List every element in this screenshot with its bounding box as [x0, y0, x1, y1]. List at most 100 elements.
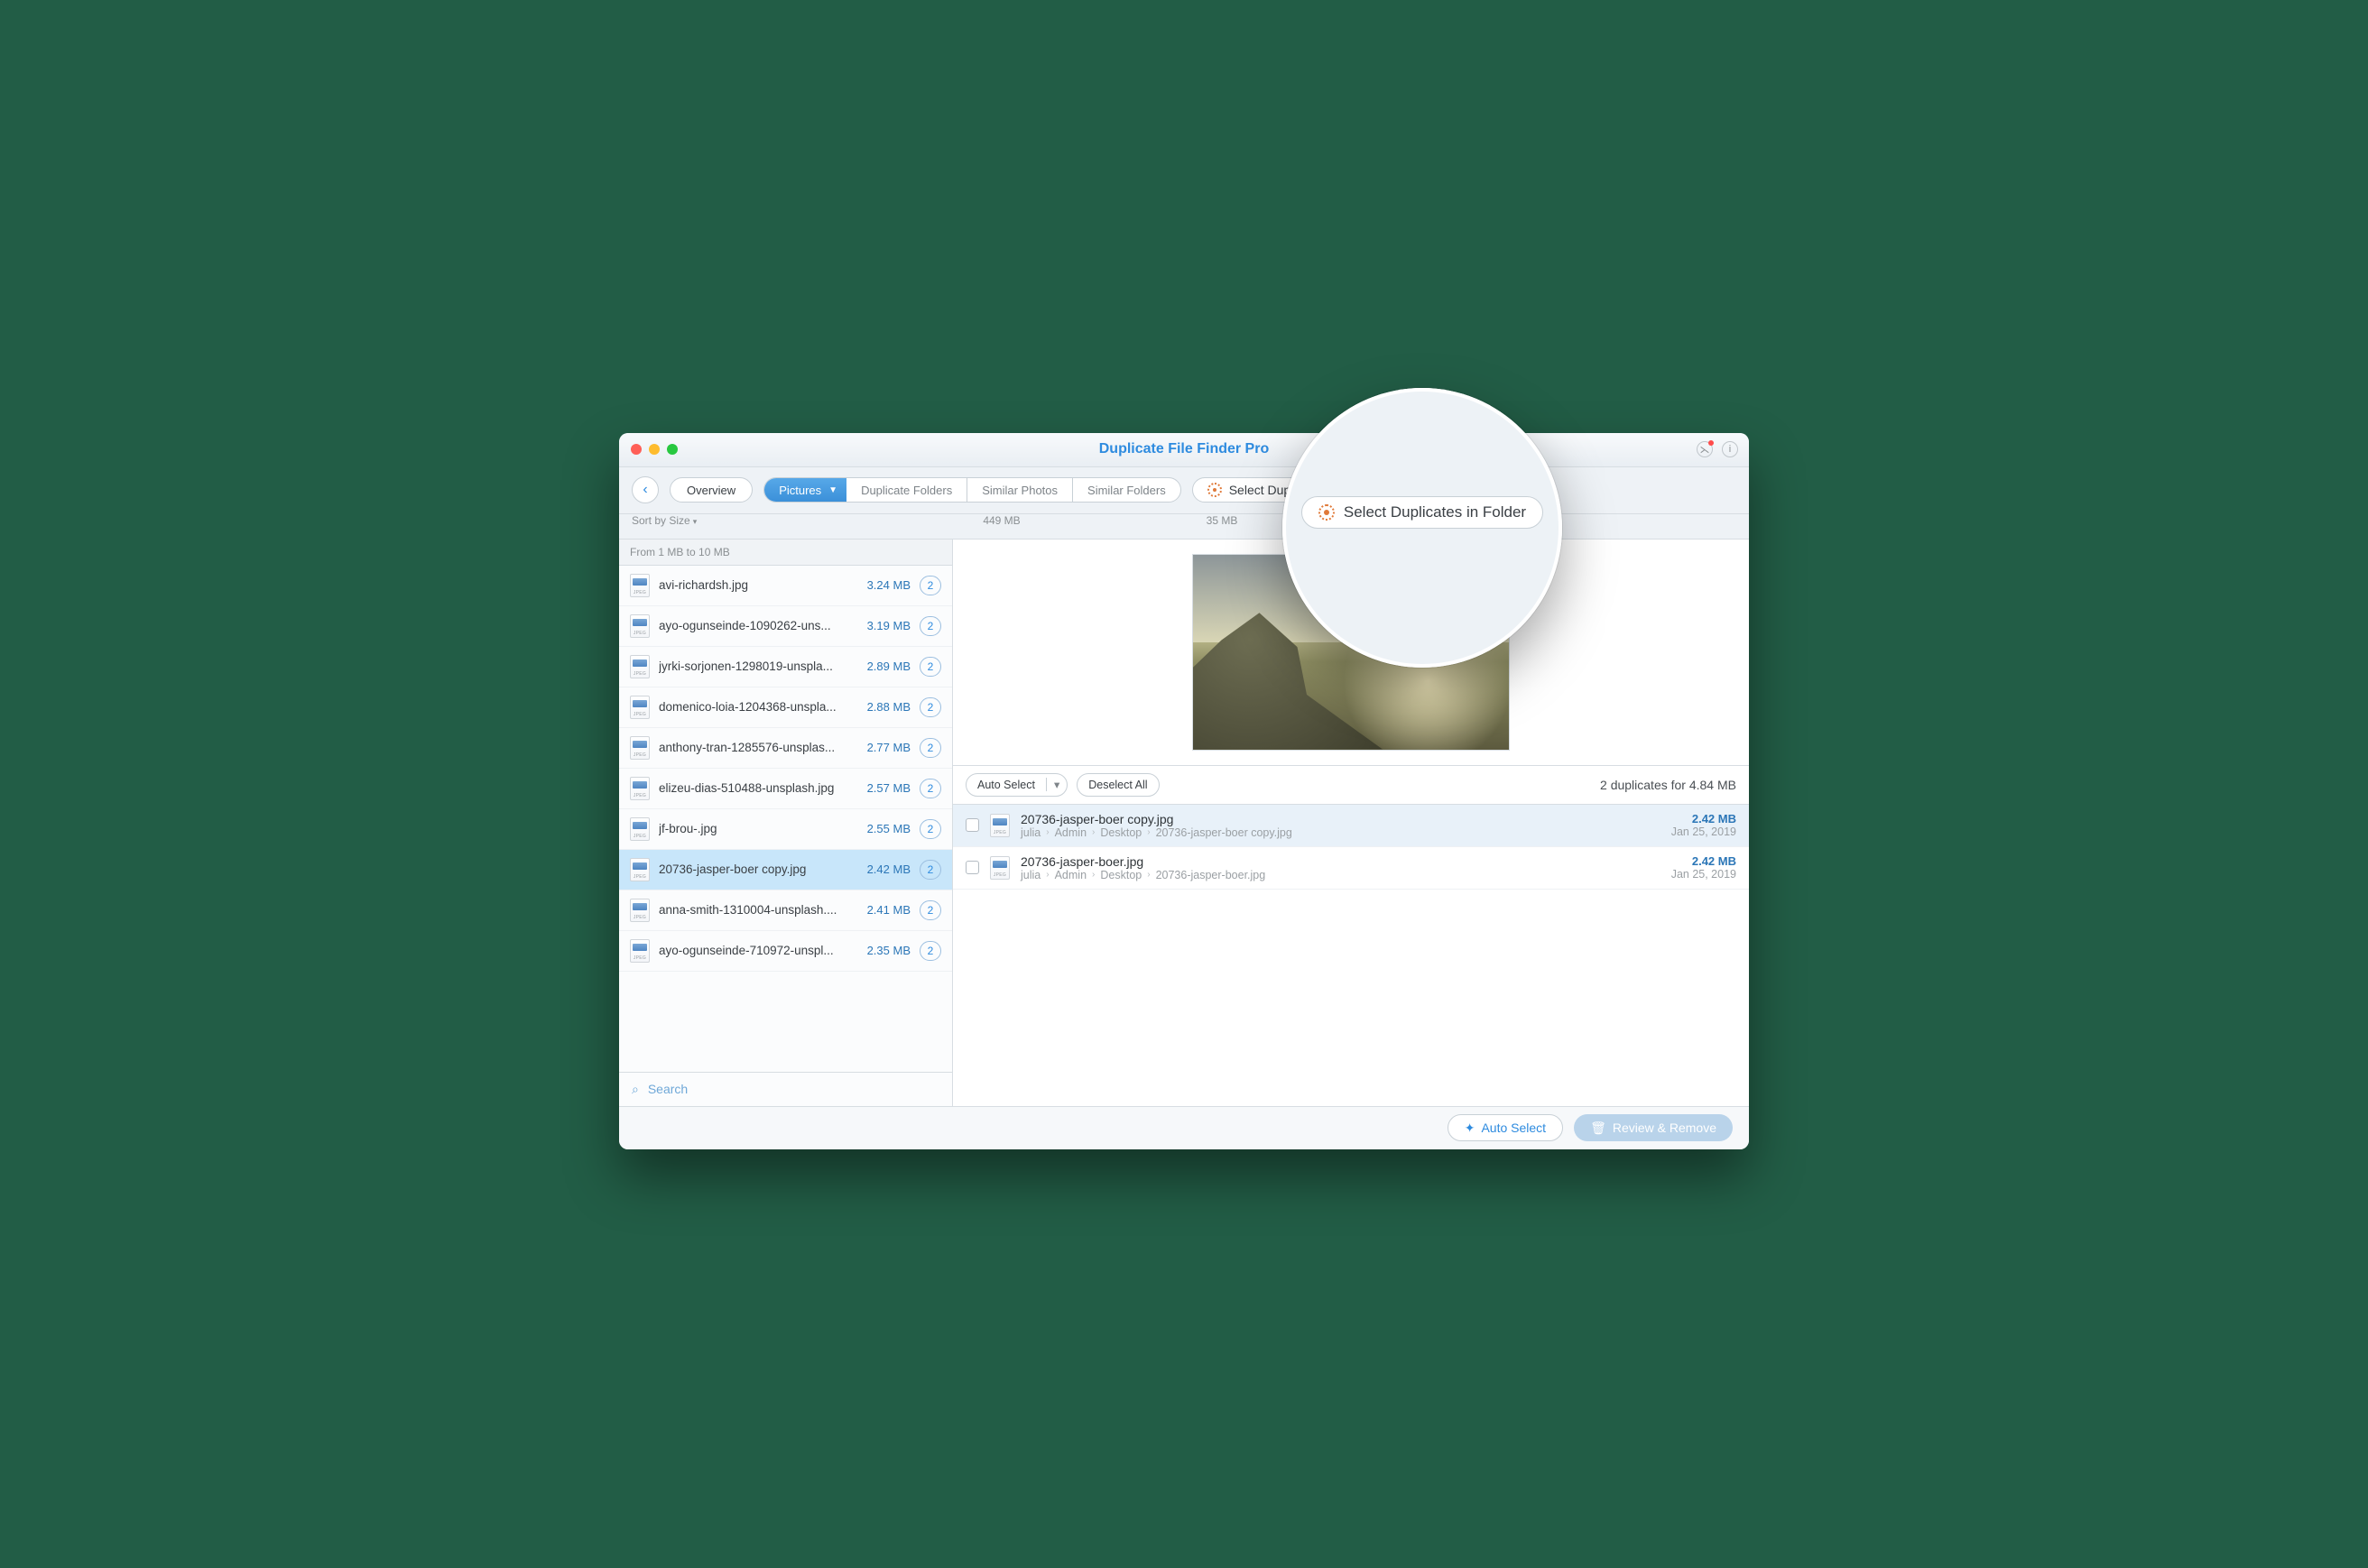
- file-row[interactable]: avi-richardsh.jpg 3.24 MB 2: [619, 566, 952, 606]
- duplicate-count-badge: 2: [920, 616, 941, 636]
- info-icon[interactable]: i: [1722, 441, 1738, 457]
- file-row[interactable]: jyrki-sorjonen-1298019-unspla... 2.89 MB 2: [619, 647, 952, 687]
- file-name: 20736-jasper-boer copy.jpg: [659, 862, 858, 876]
- footer-auto-select-label: Auto Select: [1481, 1121, 1546, 1135]
- duplicate-size: 2.42 MB: [1671, 854, 1736, 868]
- file-row[interactable]: jf-brou-.jpg 2.55 MB 2: [619, 809, 952, 850]
- duplicate-count-badge: 2: [920, 779, 941, 798]
- file-row[interactable]: ayo-ogunseinde-1090262-uns... 3.19 MB 2: [619, 606, 952, 647]
- duplicate-count-badge: 2: [920, 819, 941, 839]
- search-bar[interactable]: ⌕ Search: [619, 1072, 952, 1106]
- review-remove-button[interactable]: 🗑 Review & Remove: [1574, 1114, 1733, 1141]
- duplicate-count-badge: 2: [920, 941, 941, 961]
- file-icon: [990, 814, 1010, 837]
- duplicate-count-badge: 2: [920, 738, 941, 758]
- file-size: 2.42 MB: [867, 862, 911, 876]
- file-row[interactable]: elizeu-dias-510488-unsplash.jpg2.57 MB2: [619, 769, 952, 809]
- file-size: 2.55 MB: [867, 822, 911, 835]
- file-icon: [630, 817, 650, 841]
- file-icon: [630, 899, 650, 922]
- file-size: 2.57 MB: [867, 781, 911, 795]
- file-size: 2.35 MB: [867, 944, 911, 957]
- tab-size-pictures: 449 MB: [953, 514, 1050, 527]
- file-name: jyrki-sorjonen-1298019-unspla...: [659, 659, 858, 673]
- sidebar-range-label: From 1 MB to 10 MB: [619, 540, 952, 566]
- review-remove-label: Review & Remove: [1613, 1121, 1716, 1135]
- tab-duplicate-folders[interactable]: Duplicate Folders: [846, 478, 967, 502]
- magnifier-lens: Select Duplicates in Folder: [1282, 388, 1562, 668]
- chevron-down-icon[interactable]: ▾: [1046, 778, 1067, 791]
- search-placeholder: Search: [648, 1082, 688, 1096]
- file-name: avi-richardsh.jpg: [659, 578, 858, 592]
- target-icon: [1318, 504, 1335, 521]
- sizes-row: Sort by Size▾ 449 MB 35 MB 391 MB: [619, 514, 1749, 540]
- duplicates-summary: 2 duplicates for 4.84 MB: [1600, 778, 1736, 792]
- auto-select-dropdown[interactable]: Auto Select ▾: [966, 773, 1068, 797]
- file-row[interactable]: anna-smith-1310004-unsplash.... 2.41 MB 2: [619, 890, 952, 931]
- file-name: jf-brou-.jpg: [659, 822, 858, 835]
- target-icon: [1207, 483, 1222, 497]
- file-icon: [630, 574, 650, 597]
- file-icon: [630, 858, 650, 881]
- overview-button[interactable]: Overview: [670, 477, 753, 503]
- file-row[interactable]: domenico-loia-1204368-unspla...2.88 MB2: [619, 687, 952, 728]
- tab-similar-folders[interactable]: Similar Folders: [1073, 478, 1180, 502]
- tab-label: Pictures: [779, 484, 821, 497]
- file-icon: [630, 736, 650, 760]
- auto-select-label: Auto Select: [967, 779, 1046, 791]
- duplicate-count-badge: 2: [920, 860, 941, 880]
- file-icon: [630, 655, 650, 678]
- file-size: 3.24 MB: [867, 578, 911, 592]
- row-checkbox[interactable]: [966, 818, 979, 832]
- file-size: 2.77 MB: [867, 741, 911, 754]
- deselect-label: Deselect All: [1078, 779, 1158, 791]
- toolbar: ‹ Overview Pictures ▼ Duplicate Folders …: [619, 467, 1749, 514]
- tab-pictures[interactable]: Pictures ▼: [764, 478, 846, 502]
- trash-icon: 🗑: [1590, 1121, 1606, 1136]
- app-window: Duplicate File Finder Pro ⋋ i ‹ Overview…: [619, 433, 1749, 1149]
- duplicate-file-path: julia ›Admin ›Desktop ›20736-jasper-boer…: [1021, 826, 1660, 839]
- deselect-all-button[interactable]: Deselect All: [1077, 773, 1159, 797]
- footer-auto-select-button[interactable]: ✦ Auto Select: [1448, 1114, 1563, 1141]
- lens-label: Select Duplicates in Folder: [1344, 503, 1526, 521]
- category-tabs: Pictures ▼ Duplicate Folders Similar Pho…: [763, 477, 1181, 503]
- duplicate-count-badge: 2: [920, 576, 941, 595]
- footer: ✦ Auto Select 🗑 Review & Remove: [619, 1106, 1749, 1149]
- tab-similar-photos[interactable]: Similar Photos: [967, 478, 1073, 502]
- tab-size-similarphotos: 35 MB: [1170, 514, 1274, 527]
- file-size: 2.88 MB: [867, 700, 911, 714]
- file-row[interactable]: 20736-jasper-boer copy.jpg 2.42 MB 2: [619, 850, 952, 890]
- file-icon: [630, 939, 650, 963]
- sidebar: From 1 MB to 10 MB avi-richardsh.jpg 3.24…: [619, 540, 953, 1106]
- back-button[interactable]: ‹: [632, 476, 659, 503]
- window-title: Duplicate File Finder Pro: [619, 441, 1749, 457]
- duplicate-file-name: 20736-jasper-boer.jpg: [1021, 854, 1660, 869]
- file-name: ayo-ogunseinde-710972-unspl...: [659, 944, 858, 957]
- row-checkbox[interactable]: [966, 861, 979, 874]
- file-icon: [630, 777, 650, 800]
- file-row[interactable]: anthony-tran-1285576-unsplas... 2.77 MB 2: [619, 728, 952, 769]
- file-icon: [630, 696, 650, 719]
- duplicate-date: Jan 25, 2019: [1671, 826, 1736, 838]
- file-icon: [990, 856, 1010, 880]
- search-icon: ⌕: [632, 1082, 639, 1097]
- file-name: anna-smith-1310004-unsplash....: [659, 903, 858, 917]
- file-name: anthony-tran-1285576-unsplas...: [659, 741, 858, 754]
- duplicate-count-badge: 2: [920, 657, 941, 677]
- chevron-down-icon: ▼: [828, 485, 837, 495]
- file-icon: [630, 614, 650, 638]
- duplicate-row[interactable]: 20736-jasper-boer copy.jpgjulia ›Admin ›…: [953, 805, 1749, 847]
- duplicate-row[interactable]: 20736-jasper-boer.jpgjulia ›Admin ›Deskt…: [953, 847, 1749, 890]
- rss-icon[interactable]: ⋋: [1697, 441, 1713, 457]
- sort-by-label[interactable]: Sort by Size▾: [619, 514, 953, 527]
- duplicate-count-badge: 2: [920, 697, 941, 717]
- file-name: ayo-ogunseinde-1090262-uns...: [659, 619, 858, 632]
- file-row[interactable]: ayo-ogunseinde-710972-unspl... 2.35 MB 2: [619, 931, 952, 972]
- file-size: 2.89 MB: [867, 659, 911, 673]
- file-size: 3.19 MB: [867, 619, 911, 632]
- duplicate-count-badge: 2: [920, 900, 941, 920]
- lens-select-button[interactable]: Select Duplicates in Folder: [1301, 496, 1543, 529]
- file-list[interactable]: avi-richardsh.jpg3.24 MB2ayo-ogunseinde-…: [619, 566, 952, 1072]
- duplicate-size: 2.42 MB: [1671, 812, 1736, 826]
- file-size: 2.41 MB: [867, 903, 911, 917]
